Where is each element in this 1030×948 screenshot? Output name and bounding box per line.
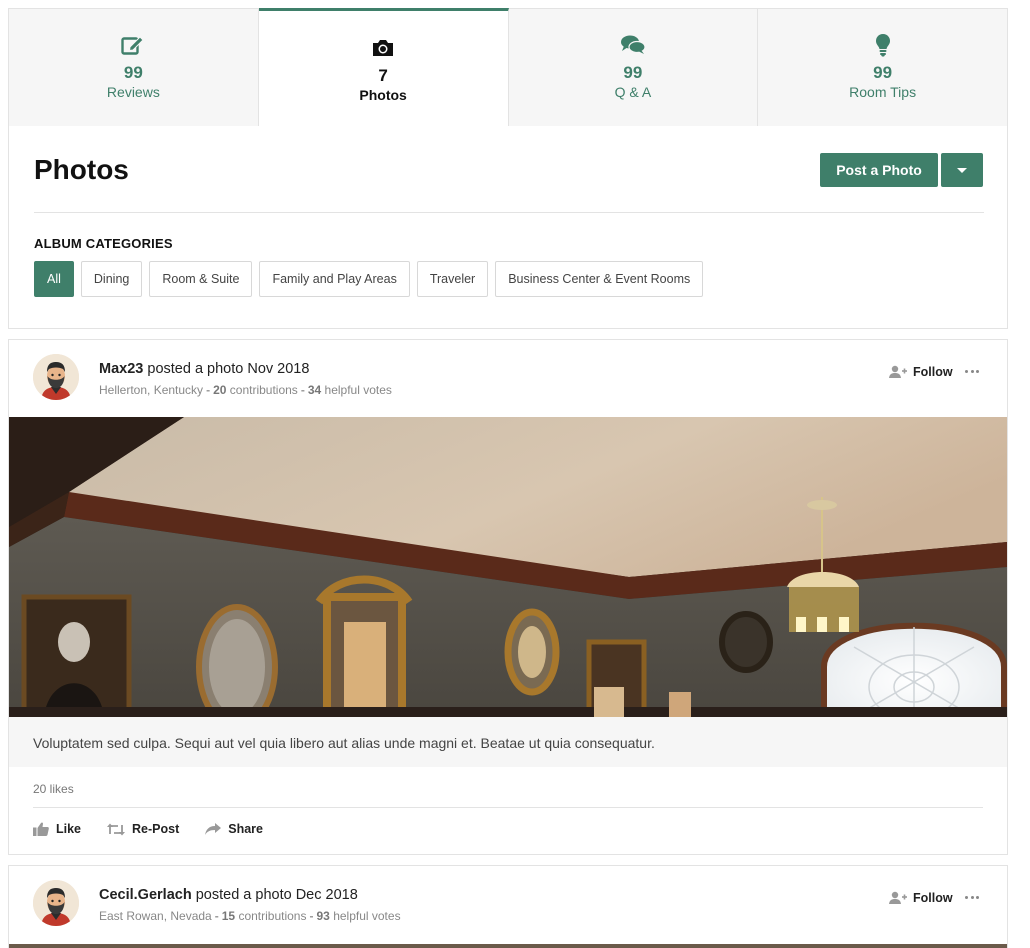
username-link[interactable]: Cecil.Gerlach — [99, 887, 192, 903]
post-photo[interactable] — [9, 417, 1007, 717]
more-options-icon[interactable] — [965, 364, 979, 378]
tab-count: 99 — [873, 63, 893, 82]
comments-icon — [620, 33, 646, 57]
album-categories-heading: ALBUM CATEGORIES — [34, 236, 173, 251]
category-business-center[interactable]: Business Center & Event Rooms — [495, 261, 704, 297]
post-actions: Like Re-Post Share — [33, 822, 263, 836]
likes-count[interactable]: 20 likes — [33, 782, 74, 796]
contributions-label: contributions — [238, 909, 307, 923]
category-family-play[interactable]: Family and Play Areas — [259, 261, 410, 297]
divider — [34, 212, 984, 213]
category-room-suite[interactable]: Room & Suite — [149, 261, 253, 297]
post-date: Dec 2018 — [295, 887, 358, 903]
user-location: East Rowan, Nevada — [99, 909, 212, 923]
user-meta: Hellerton, Kentucky -20 contributions -34 … — [99, 383, 392, 397]
category-traveler[interactable]: Traveler — [416, 261, 489, 297]
camera-icon — [371, 36, 395, 60]
post-caption: Voluptatem sed culpa. Sequi aut vel quia… — [33, 735, 655, 751]
post-action: posted a photo — [195, 887, 292, 903]
tab-label: Reviews — [106, 84, 160, 100]
follow-label: Follow — [913, 891, 953, 905]
contributions-count: 20 — [213, 383, 227, 397]
user-location: Hellerton, Kentucky — [99, 383, 204, 397]
tab-label: Q & A — [614, 84, 652, 100]
photos-panel: Photos Post a Photo ALBUM CATEGORIES All… — [8, 126, 1008, 329]
contributions-label: contributions — [229, 383, 298, 397]
retweet-icon — [107, 823, 126, 835]
lightbulb-icon — [875, 33, 891, 57]
tab-qa[interactable]: 99 Q & A — [509, 9, 759, 126]
thumbs-up-icon — [33, 822, 49, 836]
post-photo[interactable] — [9, 944, 1007, 948]
post-header: Max23 posted a photo Nov 2018 — [99, 361, 309, 377]
album-category-filters: All Dining Room & Suite Family and Play … — [34, 261, 704, 297]
tab-reviews[interactable]: 99 Reviews — [9, 9, 259, 126]
follow-button[interactable]: Follow — [889, 365, 953, 379]
post-header: Cecil.Gerlach posted a photo Dec 2018 — [99, 887, 358, 903]
tab-room-tips[interactable]: 99 Room Tips — [758, 9, 1007, 126]
tab-photos[interactable]: 7 Photos — [258, 8, 509, 128]
user-meta: East Rowan, Nevada -15 contributions -93 h… — [99, 909, 401, 923]
avatar[interactable] — [33, 354, 79, 400]
helpful-votes-label: helpful votes — [333, 909, 401, 923]
share-button[interactable]: Share — [205, 822, 263, 836]
share-icon — [205, 822, 222, 835]
repost-label: Re-Post — [132, 822, 180, 836]
user-plus-icon — [889, 365, 907, 378]
repost-button[interactable]: Re-Post — [107, 822, 179, 836]
category-dining[interactable]: Dining — [80, 261, 143, 297]
username-link[interactable]: Max23 — [99, 361, 143, 377]
share-label: Share — [228, 822, 263, 836]
post-date: Nov 2018 — [247, 361, 310, 377]
helpful-votes-count: 93 — [316, 909, 330, 923]
like-button[interactable]: Like — [33, 822, 81, 836]
avatar[interactable] — [33, 880, 79, 926]
like-label: Like — [56, 822, 82, 836]
category-all[interactable]: All — [34, 261, 74, 297]
user-plus-icon — [889, 891, 907, 904]
chevron-down-icon — [957, 167, 967, 173]
post-photo-button[interactable]: Post a Photo — [820, 153, 938, 187]
caption-box: Voluptatem sed culpa. Sequi aut vel quia… — [9, 717, 1007, 767]
photo-post-card: Max23 posted a photo Nov 2018 Hellerton,… — [8, 339, 1008, 855]
tab-label: Room Tips — [849, 84, 917, 100]
tab-count: 7 — [378, 66, 388, 85]
tab-count: 99 — [123, 63, 143, 82]
helpful-votes-count: 34 — [307, 383, 322, 397]
tab-label: Photos — [359, 87, 407, 103]
photo-post-card: Cecil.Gerlach posted a photo Dec 2018 Ea… — [8, 865, 1008, 948]
more-options-icon[interactable] — [965, 890, 979, 904]
follow-label: Follow — [913, 365, 953, 379]
edit-icon — [121, 33, 145, 57]
post-photo-dropdown-button[interactable] — [941, 153, 983, 187]
post-action: posted a photo — [147, 361, 244, 377]
tab-count: 99 — [623, 63, 643, 82]
follow-button[interactable]: Follow — [889, 891, 953, 905]
contributions-count: 15 — [221, 909, 236, 923]
helpful-votes-label: helpful votes — [324, 383, 392, 397]
review-tabs: 99 Reviews 7 Photos 99 Q & A 99 Room Tip… — [8, 8, 1008, 128]
page-title: Photos — [34, 154, 129, 185]
divider — [33, 807, 983, 808]
